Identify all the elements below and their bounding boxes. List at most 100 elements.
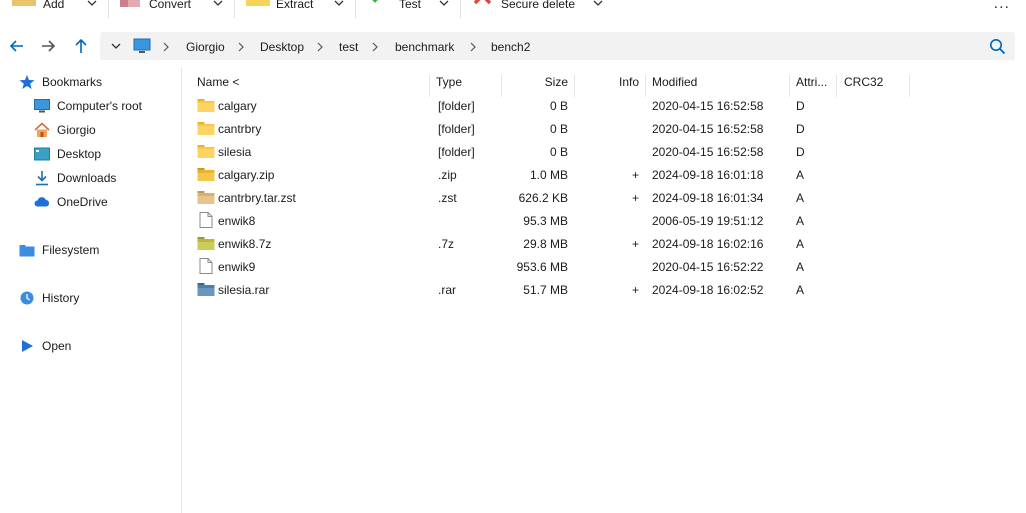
sidebar-item-open[interactable]: Open xyxy=(19,337,71,355)
folder-icon xyxy=(19,242,35,258)
add-dropdown-chevron-icon[interactable] xyxy=(86,0,98,9)
cell-name: calgary.zip xyxy=(218,168,275,182)
breadcrumb-giorgio[interactable]: Giorgio xyxy=(186,40,225,54)
cell-modified: 2024-09-18 16:02:52 xyxy=(652,283,764,297)
table-row[interactable]: cantrbry [folder] 0 B 2020-04-15 16:52:58 D xyxy=(183,117,1026,140)
toolbar-divider xyxy=(460,0,461,18)
cell-modified: 2006-05-19 19:51:12 xyxy=(652,214,764,228)
toolbar: Add Convert Extract Test Secure delete .… xyxy=(0,0,1026,22)
cross-icon xyxy=(473,0,492,5)
cell-modified: 2020-04-15 16:52:58 xyxy=(652,122,764,136)
search-button[interactable] xyxy=(987,36,1007,56)
more-options-icon[interactable]: ... xyxy=(994,0,1010,12)
extract-label: Extract xyxy=(276,0,314,11)
cell-type: .zip xyxy=(438,168,457,182)
sidebar-item-label: Desktop xyxy=(57,147,102,161)
cell-attributes: A xyxy=(796,260,805,274)
table-row[interactable]: calgary.zip .zip 1.0 MB +2024-09-18 16:01:1… xyxy=(183,163,1026,186)
arrow-left-icon xyxy=(9,40,23,52)
breadcrumb-bench2[interactable]: bench2 xyxy=(491,40,530,54)
sidebar-item-computers-root[interactable]: Computer's root xyxy=(34,97,142,115)
cell-size: 51.7 MB xyxy=(523,283,568,297)
cell-type: [folder] xyxy=(438,122,475,136)
cell-type: .rar xyxy=(438,283,456,297)
folder-icon xyxy=(197,97,215,113)
sidebar-item-onedrive[interactable]: OneDrive xyxy=(34,193,108,211)
history-icon xyxy=(19,290,35,306)
zst-archive-icon xyxy=(197,189,215,205)
sidebar-item-history[interactable]: History xyxy=(19,289,79,307)
cell-size: 953.6 MB xyxy=(516,260,568,274)
table-row[interactable]: enwik8 95.3 MB 2006-05-19 19:51:12 A xyxy=(183,209,1026,232)
breadcrumb-separator-icon xyxy=(163,42,169,52)
search-icon xyxy=(989,38,1005,54)
secure-delete-dropdown-chevron-icon[interactable] xyxy=(592,0,604,9)
cell-info: + xyxy=(631,168,639,182)
toolbar-divider xyxy=(234,0,235,18)
breadcrumb-test[interactable]: test xyxy=(339,40,358,54)
cell-size: 29.8 MB xyxy=(523,237,568,251)
extract-icon xyxy=(246,0,270,6)
extract-dropdown-chevron-icon[interactable] xyxy=(333,0,345,9)
file-icon xyxy=(197,212,215,228)
cell-attributes: A xyxy=(796,191,805,205)
arrow-up-icon xyxy=(75,38,87,53)
sidebar-item-desktop[interactable]: Desktop xyxy=(34,145,101,163)
cell-size: 626.2 KB xyxy=(518,191,568,205)
cell-modified: 2024-09-18 16:01:34 xyxy=(652,191,764,205)
cell-size: 95.3 MB xyxy=(523,214,568,228)
cell-attributes: D xyxy=(796,122,805,136)
sidebar-item-bookmarks[interactable]: Bookmarks xyxy=(19,73,102,91)
chevron-down-icon[interactable] xyxy=(110,40,122,52)
breadcrumb-separator-icon xyxy=(238,42,244,52)
breadcrumb-separator-icon xyxy=(470,42,476,52)
toolbar-divider xyxy=(108,0,109,18)
sidebar-item-giorgio[interactable]: Giorgio xyxy=(34,121,96,139)
convert-dropdown-chevron-icon[interactable] xyxy=(212,0,224,9)
cell-modified: 2020-04-15 16:52:58 xyxy=(652,99,764,113)
folder-icon xyxy=(197,143,215,159)
sidebar-item-label: Giorgio xyxy=(57,123,96,137)
download-icon xyxy=(34,170,50,186)
sidebar-item-downloads[interactable]: Downloads xyxy=(34,169,116,187)
cell-name: silesia xyxy=(218,145,252,159)
cell-name: enwik8.7z xyxy=(218,237,272,251)
sidebar-item-filesystem[interactable]: Filesystem xyxy=(19,241,99,259)
monitor-icon xyxy=(34,98,50,114)
star-icon xyxy=(19,74,35,90)
cell-attributes: A xyxy=(796,237,805,251)
add-icon xyxy=(12,0,36,6)
table-row[interactable]: enwik8.7z .7z 29.8 MB +2024-09-18 16:02:16 A xyxy=(183,232,1026,255)
cell-size: 0 B xyxy=(549,99,568,113)
cell-attributes: A xyxy=(796,168,805,182)
convert-label: Convert xyxy=(149,0,192,11)
cell-type: [folder] xyxy=(438,99,475,113)
cloud-icon xyxy=(34,194,50,210)
address-bar[interactable]: Giorgio Desktop test benchmark bench2 xyxy=(100,32,1015,60)
table-row[interactable]: enwik9 953.6 MB 2020-04-15 16:52:22 A xyxy=(183,255,1026,278)
table-row[interactable]: silesia.rar .rar 51.7 MB +2024-09-18 16:02:… xyxy=(183,278,1026,301)
table-row[interactable]: silesia [folder] 0 B 2020-04-15 16:52:58 D xyxy=(183,140,1026,163)
breadcrumb-benchmark[interactable]: benchmark xyxy=(395,40,454,54)
test-label: Test xyxy=(399,0,422,11)
cell-type: [folder] xyxy=(438,145,475,159)
sidebar-item-label: Computer's root xyxy=(57,99,142,113)
cell-modified: 2024-09-18 16:02:16 xyxy=(652,237,764,251)
test-dropdown-chevron-icon[interactable] xyxy=(438,0,450,9)
cell-attributes: D xyxy=(796,145,805,159)
forward-button[interactable] xyxy=(38,36,58,56)
convert-icon xyxy=(120,0,140,7)
sidebar: Bookmarks Computer's root Giorgio Deskto… xyxy=(0,68,182,513)
7z-archive-icon xyxy=(197,235,215,251)
home-icon xyxy=(34,122,50,138)
cell-info: + xyxy=(631,191,639,205)
back-button[interactable] xyxy=(7,36,27,56)
up-button[interactable] xyxy=(71,36,91,56)
cell-type: .zst xyxy=(438,191,457,205)
cell-name: silesia.rar xyxy=(218,283,270,297)
file-icon xyxy=(197,258,215,274)
breadcrumb-desktop[interactable]: Desktop xyxy=(260,40,304,54)
table-row[interactable]: cantrbry.tar.zst .zst 626.2 KB +2024-09-18 … xyxy=(183,186,1026,209)
cell-modified: 2020-04-15 16:52:22 xyxy=(652,260,764,274)
table-row[interactable]: calgary [folder] 0 B 2020-04-15 16:52:58 D xyxy=(183,94,1026,117)
